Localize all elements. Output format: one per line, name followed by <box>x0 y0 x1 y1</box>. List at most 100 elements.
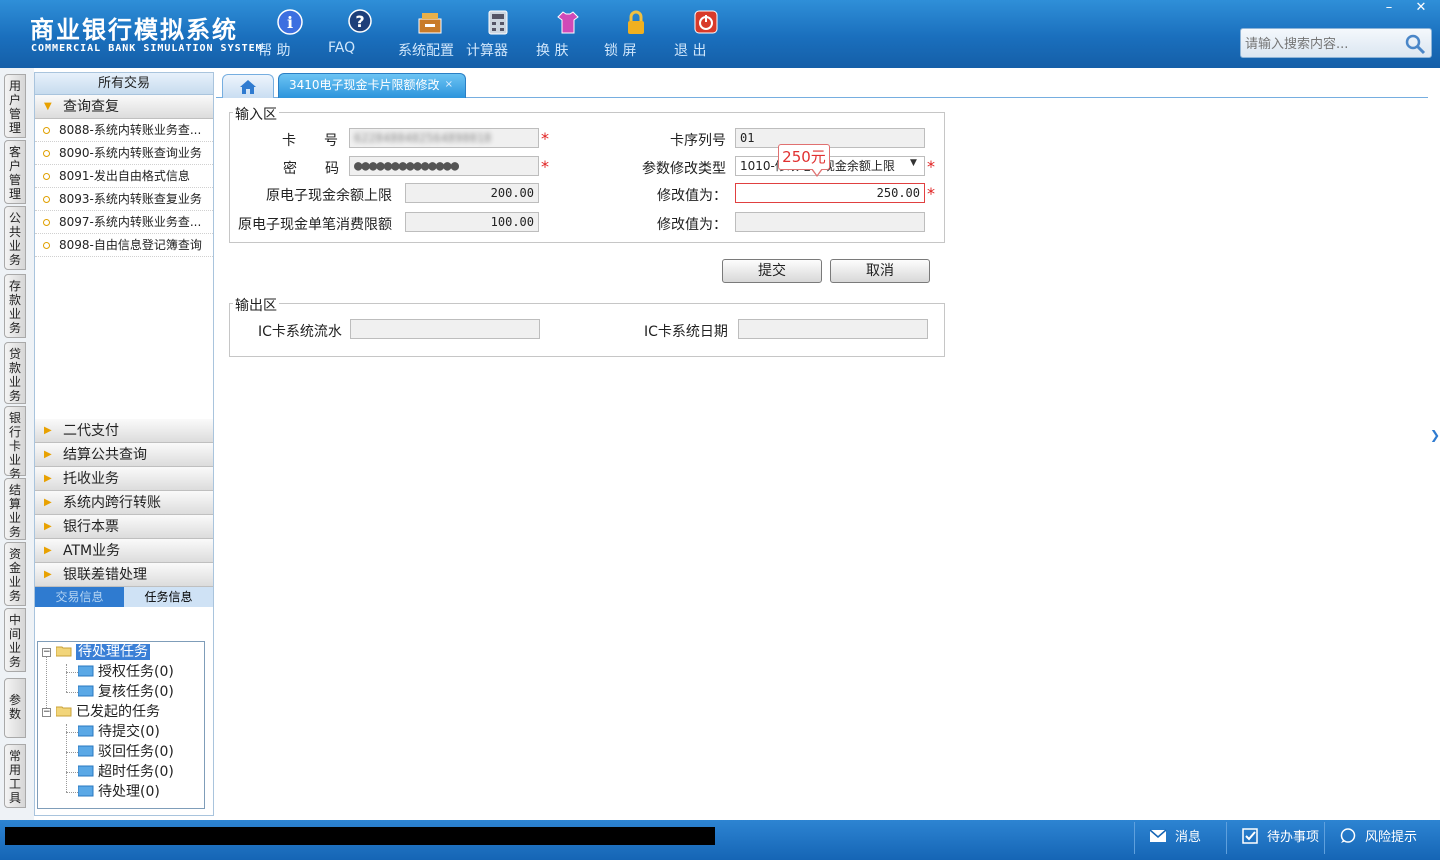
tooltip-text: 250元 <box>782 148 826 166</box>
folder-icon <box>78 685 94 697</box>
vtab-loan-business[interactable]: 贷款业务 <box>4 342 26 404</box>
vtab-common-tools[interactable]: 常用工具 <box>4 744 26 808</box>
messages-button[interactable]: 消息 <box>1134 822 1226 854</box>
transaction-label: 8098-自由信息登记簿查询 <box>59 238 202 252</box>
faq-button[interactable]: ? FAQ <box>328 8 392 60</box>
collapse-toggle[interactable]: − <box>42 648 51 657</box>
transaction-item[interactable]: 8088-系统内转账业务查... <box>35 119 213 142</box>
transaction-item[interactable]: 8090-系统内转账查询业务 <box>35 142 213 165</box>
modify-balance-limit-field[interactable]: 250.00 <box>735 183 925 203</box>
toolbox-icon <box>418 13 442 34</box>
faq-icon: ? <box>348 9 372 33</box>
expand-right-icon[interactable]: ❯ <box>1430 428 1440 442</box>
tree-node-to-process[interactable]: 待处理(0) <box>78 782 160 802</box>
tab-transaction-info[interactable]: 交易信息 <box>35 587 124 607</box>
close-window-button[interactable]: ✕ <box>1406 0 1436 18</box>
required-mark: * <box>541 129 549 148</box>
checkbox-icon <box>1242 828 1258 844</box>
group-label: 结算公共查询 <box>63 447 147 463</box>
orig-single-limit-field[interactable]: 100.00 <box>405 212 539 232</box>
vtab-parameters[interactable]: 参数 <box>4 678 26 738</box>
tree-node-pending-tasks[interactable]: 待处理任务 <box>56 642 150 662</box>
cancel-button[interactable]: 取消 <box>830 259 930 283</box>
chevron-down-icon[interactable]: ▼ <box>910 158 917 168</box>
open-folder-icon <box>56 706 72 717</box>
output-area-legend: 输出区 <box>233 295 279 315</box>
amount-tooltip: 250元 <box>778 144 830 177</box>
group-unionpay-error[interactable]: ▶ 银联差错处理 <box>35 563 213 587</box>
password-field[interactable]: ●●●●●●●●●●●●●● <box>349 156 539 176</box>
tree-node-timeout[interactable]: 超时任务(0) <box>78 762 174 782</box>
group-query-reply[interactable]: ▼ 查询查复 <box>35 95 213 119</box>
vtab-funds-business[interactable]: 资金业务 <box>4 542 26 606</box>
svg-text:?: ? <box>355 12 364 31</box>
group-label: 银行本票 <box>63 519 119 535</box>
tree-node-label: 待处理(0) <box>98 784 160 800</box>
home-tab[interactable] <box>222 74 274 98</box>
risk-alert-button[interactable]: 风险提示 <box>1324 822 1440 854</box>
card-seq-field[interactable]: 01 <box>735 128 925 148</box>
vtab-bank-card-business[interactable]: 银行卡业务 <box>4 406 26 481</box>
exit-button[interactable]: 退 出 <box>674 8 738 60</box>
search-input[interactable] <box>1245 34 1405 54</box>
transaction-item[interactable]: 8098-自由信息登记簿查询 <box>35 234 213 257</box>
search-box <box>1240 28 1432 58</box>
bullet-icon <box>43 219 50 226</box>
orig-balance-limit-field[interactable]: 200.00 <box>405 183 539 203</box>
vtab-settlement-business[interactable]: 结算业务 <box>4 478 26 540</box>
transaction-item[interactable]: 8093-系统内转账查复业务 <box>35 188 213 211</box>
tree-node-label: 超时任务(0) <box>98 764 174 780</box>
collapse-toggle[interactable]: − <box>42 708 51 717</box>
modify-single-limit-field[interactable] <box>735 212 925 232</box>
group-atm[interactable]: ▶ ATM业务 <box>35 539 213 563</box>
tree-node-initiated-tasks[interactable]: 已发起的任务 <box>56 702 160 722</box>
system-config-button[interactable]: 系统配置 <box>398 8 462 60</box>
ic-serial-field[interactable] <box>350 319 540 339</box>
transaction-label: 8091-发出自由格式信息 <box>59 169 190 183</box>
tshirt-icon <box>557 11 579 34</box>
vtab-user-management[interactable]: 用户管理 <box>4 74 26 138</box>
submit-button[interactable]: 提交 <box>722 259 822 283</box>
collapsed-arrow-icon: ▶ <box>44 473 52 484</box>
vtab-public-business[interactable]: 公共业务 <box>4 206 26 270</box>
group-interbank-transfer[interactable]: ▶ 系统内跨行转账 <box>35 491 213 515</box>
group-collection[interactable]: ▶ 托收业务 <box>35 467 213 491</box>
tab-task-info[interactable]: 任务信息 <box>124 587 213 607</box>
vtab-customer-management[interactable]: 客户管理 <box>4 140 26 204</box>
group-settlement-query[interactable]: ▶ 结算公共查询 <box>35 443 213 467</box>
skin-button[interactable]: 换 肤 <box>536 8 600 60</box>
help-icon: i <box>277 9 303 35</box>
tab-3410-ecash-limit[interactable]: 3410电子现金卡片限额修改 × <box>278 73 466 98</box>
tree-node-review-tasks[interactable]: 复核任务(0) <box>78 682 174 702</box>
close-tab-icon[interactable]: × <box>445 74 453 96</box>
transaction-item[interactable]: 8091-发出自由格式信息 <box>35 165 213 188</box>
vtab-deposit-business[interactable]: 存款业务 <box>4 274 26 338</box>
task-panel-tabs: 交易信息 任务信息 <box>35 587 213 607</box>
ic-date-field[interactable] <box>738 319 928 339</box>
calculator-button[interactable]: 计算器 <box>466 8 530 60</box>
help-button[interactable]: i 帮 助 <box>258 8 322 60</box>
param-type-select[interactable]: 1010-修改电子现金余额上限 <box>735 156 925 176</box>
lock-screen-button[interactable]: 锁 屏 <box>604 8 668 60</box>
required-mark: * <box>541 157 549 176</box>
card-number-field[interactable]: 6228480402564890018 <box>349 128 539 148</box>
search-icon[interactable] <box>1403 32 1427 56</box>
vtab-intermediate-business[interactable]: 中间业务 <box>4 608 26 672</box>
ic-serial-label: IC卡系统流水 <box>258 324 342 340</box>
folder-icon <box>78 765 94 777</box>
param-type-label: 参数修改类型 <box>642 161 726 177</box>
minimize-button[interactable]: – <box>1374 0 1404 18</box>
required-mark: * <box>927 157 935 176</box>
group-second-gen-payment[interactable]: ▶ 二代支付 <box>35 419 213 443</box>
svg-text:i: i <box>287 13 293 32</box>
tree-node-to-submit[interactable]: 待提交(0) <box>78 722 160 742</box>
group-bank-draft[interactable]: ▶ 银行本票 <box>35 515 213 539</box>
tree-node-rejected[interactable]: 驳回任务(0) <box>78 742 174 762</box>
tree-node-auth-tasks[interactable]: 授权任务(0) <box>78 662 174 682</box>
transaction-item[interactable]: 8097-系统内转账业务查... <box>35 211 213 234</box>
todo-button[interactable]: 待办事项 <box>1226 822 1324 854</box>
tree-node-label: 已发起的任务 <box>76 704 160 720</box>
app-header: 商业银行模拟系统 COMMERCIAL BANK SIMULATION SYST… <box>0 0 1440 68</box>
tree-node-label: 复核任务(0) <box>98 684 174 700</box>
messages-label: 消息 <box>1175 830 1202 845</box>
